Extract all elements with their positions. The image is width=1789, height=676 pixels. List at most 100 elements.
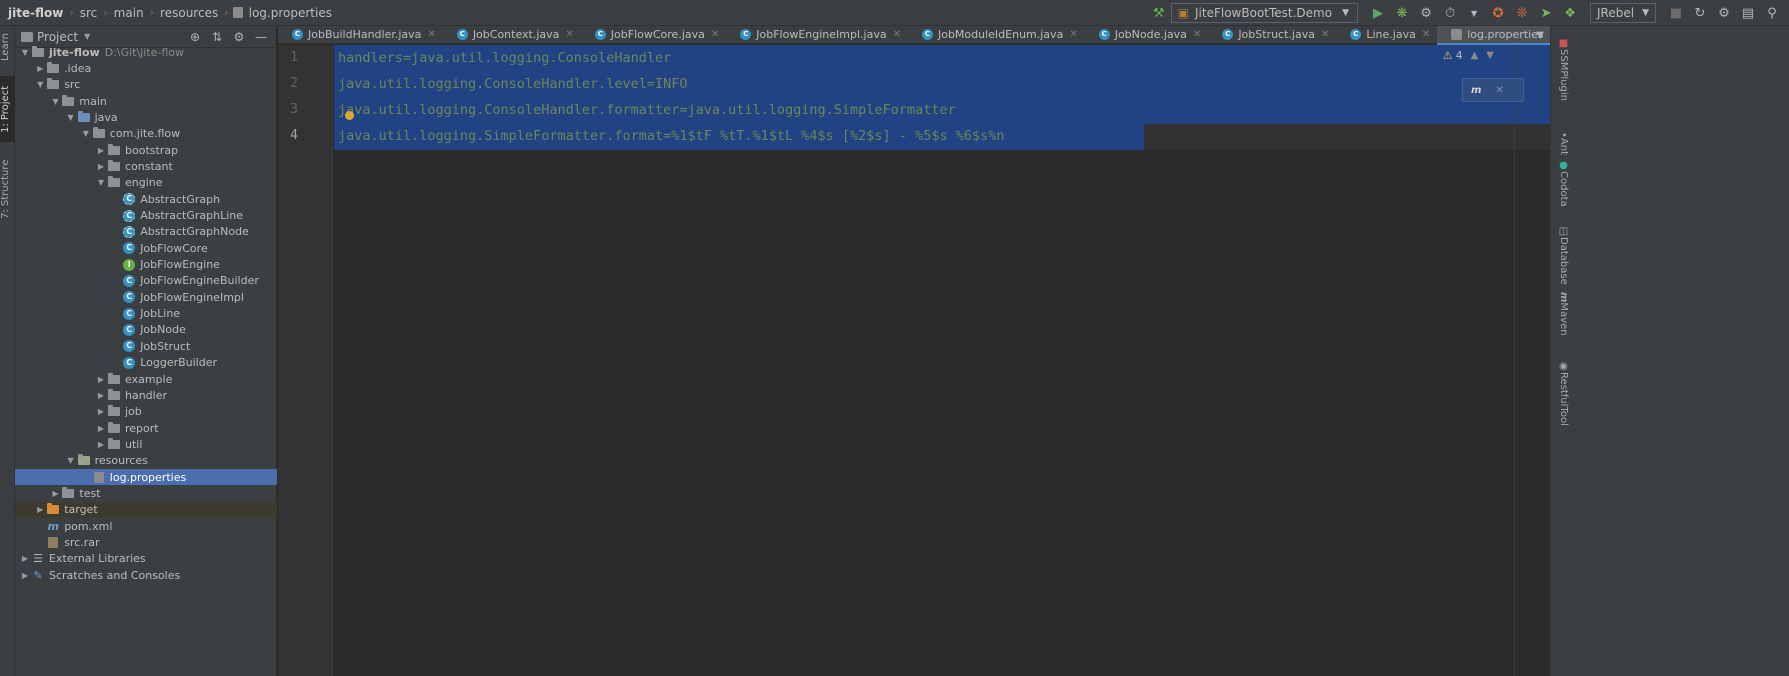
tree-item[interactable]: C JobNode (15, 322, 277, 338)
profile-icon[interactable]: ⏱ (1439, 2, 1461, 24)
tree-item[interactable]: C JobFlowEngineImpl (15, 289, 277, 305)
show-hidden-tabs-icon[interactable]: ▼ (1536, 26, 1544, 44)
tree-item[interactable]: ▶ ✎ Scratches and Consoles (15, 567, 277, 583)
tree-item[interactable]: ▶ target (15, 501, 277, 518)
tool-tab-project[interactable]: 1: Project (0, 76, 15, 142)
tree-item[interactable]: C JobFlowCore (15, 240, 277, 256)
code-line[interactable]: java.util.logging.ConsoleHandler.formatt… (338, 97, 956, 123)
close-icon[interactable]: ✕ (1193, 29, 1201, 40)
build-hammer-icon[interactable]: ⚒ (1148, 2, 1170, 24)
tool-tab-learn[interactable]: Learn (0, 28, 15, 66)
jrebel-debug-update-icon[interactable]: ❖ (1559, 2, 1581, 24)
breadcrumb-item[interactable]: resources (158, 6, 220, 20)
tree-item[interactable]: ▶ constant (15, 158, 277, 174)
chevron-right-icon[interactable]: ▶ (95, 162, 107, 171)
tree-item[interactable]: ▼ jite-flow D:\Git\jite-flow (15, 44, 277, 60)
chevron-right-icon[interactable]: ▶ (95, 391, 107, 400)
debug-icon[interactable]: ❋ (1391, 2, 1413, 24)
close-icon[interactable]: ✕ (1422, 29, 1430, 40)
tree-item[interactable]: ▼ resources (15, 453, 277, 469)
chevron-down-icon[interactable]: ▼ (49, 97, 61, 106)
editor-tab[interactable]: C JobFlowCore.java ✕ (581, 26, 726, 44)
editor-tab[interactable]: C JobBuildHandler.java ✕ (278, 26, 443, 44)
tree-item[interactable]: ▼ java (15, 109, 277, 125)
chevron-right-icon[interactable]: ▶ (19, 554, 31, 563)
chevron-down-icon[interactable]: ▼ (80, 129, 92, 138)
tree-item[interactable]: C JobStruct (15, 338, 277, 354)
chevron-down-icon[interactable]: ▼ (34, 80, 46, 89)
chevron-right-icon[interactable]: ▶ (34, 64, 46, 73)
chevron-down-icon[interactable]: ▼ (65, 113, 77, 122)
editor-tab[interactable]: C JobModuleIdEnum.java ✕ (908, 26, 1085, 44)
code-line[interactable]: java.util.logging.ConsoleHandler.level=I… (338, 71, 688, 97)
chevron-down-icon[interactable]: ▼ (84, 32, 90, 41)
breadcrumb-item[interactable]: jite-flow (6, 6, 65, 20)
editor-tab[interactable]: C JobNode.java ✕ (1085, 26, 1209, 44)
tree-item[interactable]: ▶ report (15, 420, 277, 436)
code-area[interactable]: handlers=java.util.logging.ConsoleHandle… (334, 45, 1550, 676)
tree-item[interactable]: C LoggerBuilder (15, 355, 277, 371)
editor-tab[interactable]: C JobFlowEngineImpl.java ✕ (726, 26, 908, 44)
tree-item[interactable]: ▼ main (15, 93, 277, 109)
hide-icon[interactable]: — (250, 30, 272, 44)
tree-item[interactable]: I JobFlowEngine (15, 257, 277, 273)
layout-icon[interactable]: ▤ (1737, 2, 1759, 24)
tool-tab-database[interactable]: ◫Database (1551, 222, 1569, 288)
chevron-right-icon[interactable]: ▶ (34, 505, 46, 514)
tool-tab-maven[interactable]: mMaven (1551, 288, 1569, 340)
breadcrumb-item[interactable]: log.properties (247, 6, 334, 20)
tool-tab-restfultool[interactable]: ◉RestfulTool (1551, 348, 1569, 438)
tree-item[interactable]: m pom.xml (15, 518, 277, 534)
close-icon[interactable]: ✕ (1069, 29, 1077, 40)
close-icon[interactable]: ✕ (711, 29, 719, 40)
close-icon[interactable]: ✕ (427, 29, 435, 40)
tree-item[interactable]: ▶ bootstrap (15, 142, 277, 158)
chevron-down-icon[interactable]: ▼ (19, 48, 31, 57)
chevron-right-icon[interactable]: ▶ (95, 375, 107, 384)
maven-icon[interactable]: m (1471, 85, 1481, 96)
close-icon[interactable]: ✕ (1321, 29, 1329, 40)
tree-item[interactable]: C AbstractGraphLine (15, 208, 277, 224)
tree-item[interactable]: C JobLine (15, 306, 277, 322)
coverage-icon[interactable]: ⚙ (1415, 2, 1437, 24)
tree-item[interactable]: C AbstractGraph (15, 191, 277, 207)
code-line[interactable]: handlers=java.util.logging.ConsoleHandle… (338, 45, 671, 71)
breadcrumb-item[interactable]: main (112, 6, 146, 20)
floating-action-popup[interactable]: m ✕ (1462, 78, 1524, 102)
editor[interactable]: 1 2 3 4 handlers=java.util.logging.Conso… (278, 45, 1550, 676)
search-icon[interactable]: ⚲ (1761, 2, 1783, 24)
editor-tab[interactable]: C JobContext.java ✕ (443, 26, 581, 44)
code-line[interactable]: java.util.logging.SimpleFormatter.format… (338, 123, 1004, 149)
run-icon[interactable]: ▶ (1367, 2, 1389, 24)
tool-tab-codota[interactable]: ●Codota (1551, 156, 1569, 210)
tree-item[interactable]: ▶ job (15, 404, 277, 420)
settings-icon[interactable]: ⚙ (1713, 2, 1735, 24)
tree-item[interactable]: ▶ test (15, 485, 277, 501)
more-run-options-icon[interactable]: ▼ (1463, 2, 1485, 24)
jrebel-select[interactable]: JRebel ▼ (1590, 3, 1656, 23)
tree-item[interactable]: ▶ ☰ External Libraries (15, 551, 277, 567)
tree-item[interactable]: ▶ .idea (15, 60, 277, 76)
jrebel-debug-icon[interactable]: ❊ (1511, 2, 1533, 24)
gear-icon[interactable]: ⚙ (228, 30, 250, 44)
vcs-icon[interactable]: ↻ (1689, 2, 1711, 24)
tree-item[interactable]: ▶ handler (15, 387, 277, 403)
chevron-right-icon[interactable]: ▶ (95, 407, 107, 416)
collapse-all-icon[interactable]: ⇅ (206, 30, 228, 44)
intention-bulb-icon[interactable] (345, 111, 354, 120)
editor-tab[interactable]: C JobStruct.java ✕ (1208, 26, 1336, 44)
tree-item[interactable]: ▶ example (15, 371, 277, 387)
close-icon[interactable]: ✕ (565, 29, 573, 40)
jrebel-update-icon[interactable]: ➤ (1535, 2, 1557, 24)
run-configuration-select[interactable]: ▣ JiteFlowBootTest.Demo ▼ (1170, 3, 1359, 23)
tree-item[interactable]: C AbstractGraphNode (15, 224, 277, 240)
chevron-down-icon[interactable]: ▼ (1486, 50, 1494, 61)
close-icon[interactable]: ✕ (893, 29, 901, 40)
tree-item[interactable]: ▶ util (15, 436, 277, 452)
chevron-right-icon[interactable]: ▶ (95, 424, 107, 433)
inspection-widget[interactable]: ⚠ 4 ▲ ▼ (1443, 49, 1494, 62)
tree-item[interactable]: src.rar (15, 535, 277, 551)
tree-item[interactable]: ▼ engine (15, 175, 277, 191)
chevron-right-icon[interactable]: ▶ (49, 489, 61, 498)
tree-item[interactable]: ▼ com.jite.flow (15, 126, 277, 142)
